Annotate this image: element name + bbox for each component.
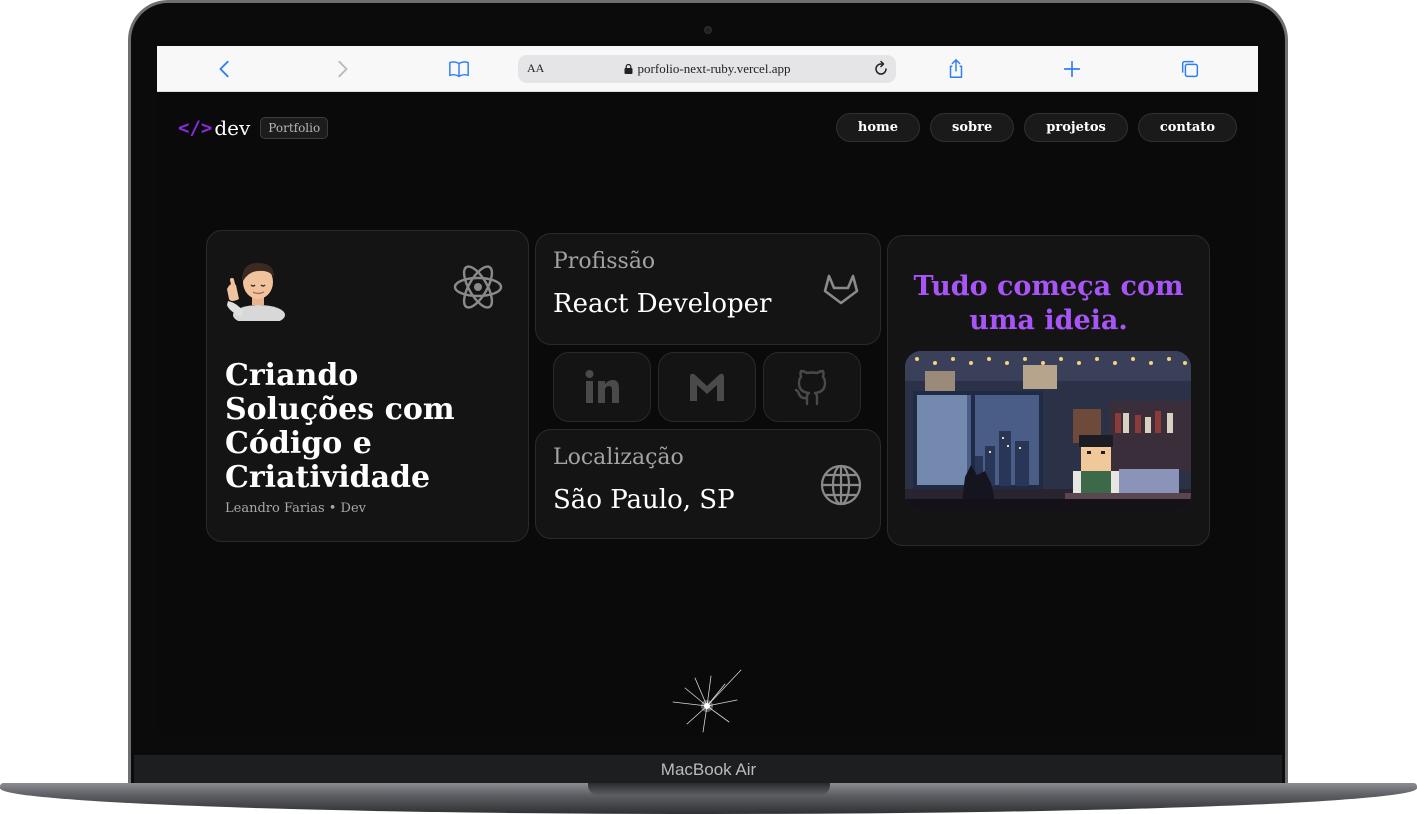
bookmarks-icon[interactable] bbox=[447, 57, 471, 81]
idea-title: Tudo começa com uma ideia. bbox=[913, 271, 1184, 336]
reload-icon[interactable] bbox=[872, 60, 890, 78]
forward-icon[interactable] bbox=[330, 57, 354, 81]
nav-projetos[interactable]: projetos bbox=[1024, 113, 1128, 142]
linkedin-icon bbox=[585, 370, 619, 403]
globe-icon bbox=[820, 464, 862, 506]
new-tab-icon[interactable] bbox=[1060, 57, 1084, 81]
hero-card: Criando Soluções com Código e Criativida… bbox=[206, 230, 529, 542]
memoji-avatar bbox=[227, 262, 285, 321]
camera-icon bbox=[704, 26, 712, 34]
react-icon bbox=[453, 265, 503, 309]
main-nav: home sobre projetos contato bbox=[835, 113, 1237, 142]
profession-card: Profissão React Developer bbox=[535, 233, 881, 345]
linkedin-button[interactable] bbox=[553, 352, 651, 422]
laptop-notch bbox=[588, 783, 830, 795]
nav-sobre[interactable]: sobre bbox=[930, 113, 1015, 142]
hero-title: Criando Soluções com Código e Criativida… bbox=[225, 358, 455, 495]
github-icon bbox=[794, 369, 827, 406]
idea-card: Tudo começa com uma ideia. bbox=[887, 235, 1210, 546]
device-label: MacBook Air bbox=[660, 760, 757, 779]
nav-contato[interactable]: contato bbox=[1137, 113, 1237, 142]
sparkle-icon bbox=[672, 669, 742, 733]
profession-label: Profissão bbox=[553, 249, 656, 274]
address-bar[interactable]: AA porfolio-next-ruby.vercel.app bbox=[518, 55, 896, 83]
gmail-icon bbox=[690, 373, 724, 401]
logo-code-icon: </> bbox=[178, 117, 213, 139]
url-display[interactable]: porfolio-next-ruby.vercel.app bbox=[518, 61, 896, 77]
nav-home[interactable]: home bbox=[835, 113, 921, 142]
screen: AA porfolio-next-ruby.vercel.app </> dev… bbox=[157, 46, 1258, 734]
hero-subtitle: Leandro Farias • Dev bbox=[225, 501, 367, 516]
location-label: Localização bbox=[553, 445, 684, 470]
github-button[interactable] bbox=[763, 352, 861, 422]
lock-icon bbox=[624, 64, 633, 74]
back-icon[interactable] bbox=[213, 57, 237, 81]
logo-badge: Portfolio bbox=[260, 117, 329, 139]
tabs-icon[interactable] bbox=[1178, 57, 1202, 81]
url-text: porfolio-next-ruby.vercel.app bbox=[637, 61, 791, 76]
share-icon[interactable] bbox=[944, 57, 968, 81]
lofi-pixel-art-image bbox=[905, 351, 1191, 511]
location-card: Localização São Paulo, SP bbox=[535, 429, 881, 539]
profession-value: React Developer bbox=[553, 289, 772, 319]
browser-toolbar: AA porfolio-next-ruby.vercel.app bbox=[157, 46, 1258, 92]
gmail-button[interactable] bbox=[658, 352, 756, 422]
site-logo[interactable]: </> dev Portfolio bbox=[178, 116, 329, 140]
gitlab-icon bbox=[823, 274, 859, 305]
logo-text: dev bbox=[214, 116, 251, 140]
location-value: São Paulo, SP bbox=[553, 485, 735, 515]
